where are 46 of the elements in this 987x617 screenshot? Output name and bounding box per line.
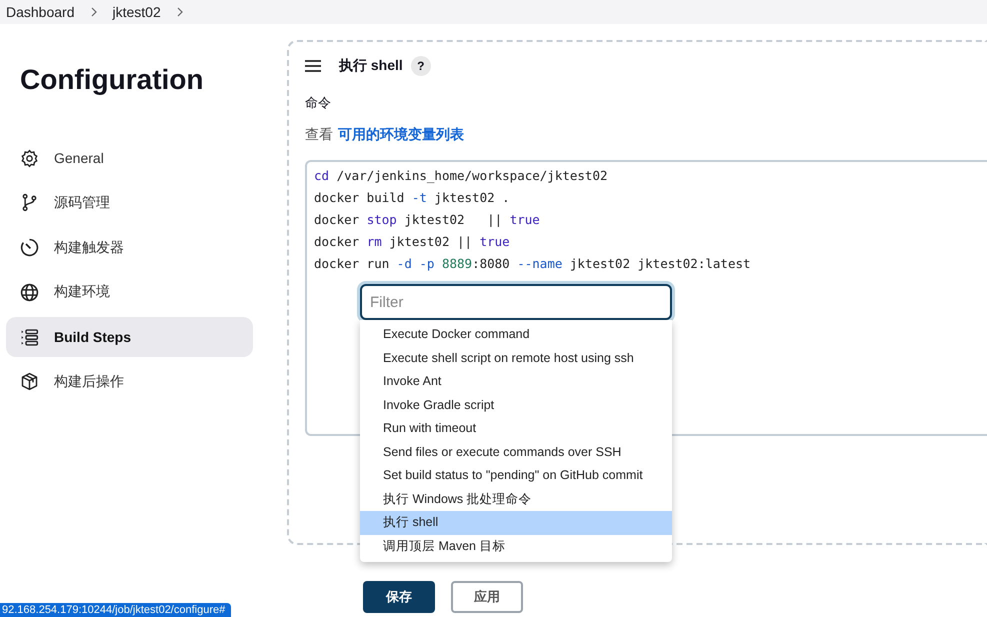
sidebar-label: 源码管理 — [54, 194, 110, 212]
sidebar-label: Build Steps — [54, 329, 132, 346]
sidebar-label: 构建后操作 — [54, 372, 124, 391]
code-line: docker stop jktest02 || true — [314, 212, 541, 229]
step-title: 执行 shell — [339, 57, 403, 75]
breadcrumb-link[interactable]: jktest02 — [112, 4, 161, 20]
menu-item[interactable]: Invoke Ant — [360, 370, 672, 394]
code-line: docker rm jktest02 || true — [314, 234, 511, 251]
apply-button[interactable]: 应用 — [451, 581, 523, 613]
settings-icon — [19, 148, 40, 168]
help-button[interactable]: ? — [410, 56, 431, 76]
timer-icon — [19, 237, 40, 258]
code-line: docker run -d -p 8889:8080 --name jktest02 jktest02:latest — [314, 256, 752, 273]
menu-item[interactable]: 执行 shell — [360, 511, 672, 534]
filter-field[interactable]: Filter — [360, 284, 672, 320]
sidebar-label: 构建环境 — [54, 283, 110, 302]
sidebar-item[interactable]: 构建环境 — [6, 272, 253, 312]
env-prefix: 查看 — [305, 126, 333, 144]
breadcrumb-link[interactable]: Dashboard — [6, 4, 74, 20]
package-icon — [19, 371, 40, 392]
save-button[interactable]: 保存 — [363, 581, 435, 613]
menu-item[interactable]: 调用顶层 Maven 目标 — [360, 534, 672, 558]
menu-item[interactable]: 执行 Windows 批处理命令 — [360, 488, 672, 511]
sidebar-item[interactable]: Build Steps — [6, 317, 253, 358]
globe-icon — [19, 282, 40, 303]
code-line: docker build -t jktest02 . — [314, 190, 511, 207]
chevron-icon — [174, 7, 185, 17]
field-label: 命令 — [305, 94, 332, 112]
menu-item[interactable]: Send files or execute commands over SSH — [360, 440, 672, 464]
drag-handle-icon[interactable] — [305, 60, 321, 72]
chevron-icon — [88, 7, 98, 17]
code-line: cd /var/jenkins_home/workspace/jktest02 — [314, 168, 609, 185]
menu-item[interactable]: Set build status to "pending" on GitHub commit — [360, 464, 672, 488]
menu-item[interactable]: Invoke Gradle script — [360, 394, 672, 417]
menu-item[interactable]: Execute Docker command — [360, 323, 672, 346]
sidebar-item[interactable]: General — [6, 138, 253, 178]
sidebar-label: 构建触发器 — [54, 238, 124, 257]
sidebar-item[interactable]: 构建后操作 — [6, 362, 253, 402]
menu-item[interactable]: Execute shell script on remote host using ssh — [360, 346, 672, 370]
sidebar-item[interactable]: 源码管理 — [6, 182, 253, 223]
env-vars-link[interactable]: 可用的环境变量列表 — [338, 126, 464, 144]
sidebar-item[interactable]: 构建触发器 — [6, 228, 253, 268]
list-icon — [19, 326, 40, 348]
sidebar-label: General — [54, 150, 104, 166]
status-url: 92.168.254.179:10244/job/jktest02/configure# — [0, 603, 232, 617]
page-title: Configuration — [20, 64, 205, 96]
